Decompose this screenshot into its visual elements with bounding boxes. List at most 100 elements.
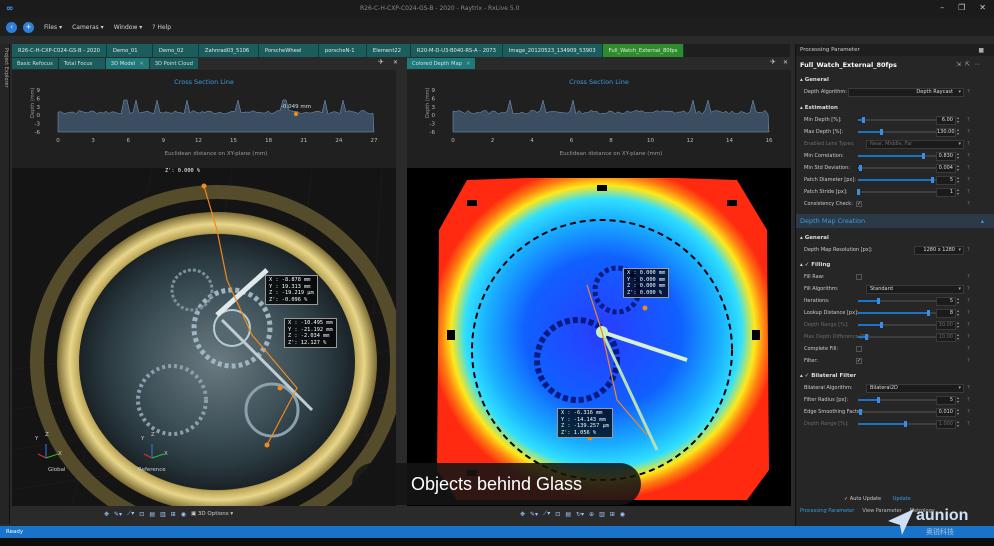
pen-icon[interactable]: ✎▾ bbox=[530, 511, 538, 518]
section-estimation[interactable]: ▴ Estimation bbox=[796, 102, 994, 114]
param-checkbox[interactable]: ✓ bbox=[856, 201, 862, 207]
project-tab[interactable]: porscheN-1 bbox=[318, 44, 367, 57]
slider-handle[interactable] bbox=[931, 177, 935, 183]
help-icon[interactable]: ? bbox=[967, 247, 970, 253]
move-icon[interactable]: ✥ bbox=[520, 511, 525, 518]
slider-handle[interactable] bbox=[864, 334, 868, 340]
help-icon[interactable]: ? bbox=[967, 421, 970, 427]
project-tab[interactable]: Zahnrad03_5106 bbox=[198, 44, 259, 57]
project-tab[interactable]: R26-C-H-CXP-C024-GS-B - 2020 bbox=[12, 44, 107, 57]
slider-handle[interactable] bbox=[876, 397, 880, 403]
param-value-input[interactable]: 0.010 bbox=[936, 407, 956, 417]
help-icon[interactable]: ? bbox=[967, 298, 970, 304]
param-select[interactable]: Standard ▾ bbox=[866, 284, 964, 294]
slider-handle[interactable] bbox=[876, 298, 880, 304]
slider-handle[interactable] bbox=[921, 153, 925, 159]
spinner-icon[interactable]: ▴ ▾ bbox=[957, 152, 959, 160]
tab-3d-model[interactable]: 3D Model ✕ bbox=[105, 58, 149, 69]
param-value-input[interactable]: 130.00 bbox=[936, 127, 956, 137]
section-depth-map-creation[interactable]: Depth Map Creation ▴ bbox=[796, 214, 994, 228]
left-close-icon[interactable]: ✕ bbox=[393, 59, 398, 66]
project-tab[interactable]: Element22 bbox=[366, 44, 411, 57]
help-icon[interactable]: ? bbox=[967, 310, 970, 316]
tab-colored-depth-map[interactable]: Colored Depth Map ✕ bbox=[407, 58, 476, 69]
param-slider[interactable] bbox=[858, 322, 936, 328]
spinner-icon[interactable]: ▴ ▾ bbox=[957, 396, 959, 404]
help-icon[interactable]: ? bbox=[967, 385, 970, 391]
slider-handle[interactable] bbox=[861, 117, 865, 123]
3d-options-button[interactable]: ▣ 3D Options ▾ bbox=[191, 511, 233, 517]
update-button[interactable]: Update bbox=[893, 496, 911, 502]
slider-handle[interactable] bbox=[857, 189, 860, 195]
help-icon[interactable]: ? bbox=[967, 177, 970, 183]
tab-processing-parameter[interactable]: Processing Parameter bbox=[796, 508, 858, 518]
close-tab-icon[interactable]: ✕ bbox=[466, 61, 470, 67]
slider-handle[interactable] bbox=[880, 129, 884, 135]
section-bilateral-filter[interactable]: ▴ ✓ Bilateral Filter bbox=[796, 370, 994, 382]
spinner-icon[interactable]: ▴ ▾ bbox=[957, 408, 959, 416]
param-slider[interactable] bbox=[858, 397, 936, 403]
param-value-input[interactable]: 5 bbox=[936, 175, 956, 185]
spinner-icon[interactable]: ▴ ▾ bbox=[957, 297, 959, 305]
project-tab[interactable]: R20-M-D-U3-B040-RS-A - 2073 bbox=[410, 44, 503, 57]
section-filling[interactable]: ▴ ✓ Filling bbox=[796, 259, 994, 271]
menu-files[interactable]: Files ▾ bbox=[44, 24, 62, 31]
project-tab-active[interactable]: Full_Watch_External_80fps bbox=[602, 44, 685, 57]
help-icon[interactable]: ? bbox=[967, 274, 970, 280]
tab-total-focus[interactable]: Total Focus bbox=[58, 58, 105, 69]
line-icon[interactable]: ⟋▾ bbox=[543, 510, 550, 518]
slider-handle[interactable] bbox=[858, 165, 862, 171]
tab-3d-point-cloud[interactable]: 3D Point Cloud bbox=[149, 58, 198, 69]
section-general-2[interactable]: ▴ General bbox=[796, 232, 994, 244]
menu-cameras[interactable]: Cameras ▾ bbox=[72, 24, 104, 31]
pen-icon[interactable]: ✎▾ bbox=[114, 511, 122, 518]
camera-icon[interactable]: ◉ bbox=[181, 511, 186, 518]
help-icon[interactable]: ? bbox=[967, 201, 970, 207]
spinner-icon[interactable]: ▴ ▾ bbox=[957, 188, 959, 196]
param-value-input[interactable]: 30.00 bbox=[936, 320, 956, 330]
help-icon[interactable]: ? bbox=[967, 409, 970, 415]
grid-icon[interactable]: ⊞ bbox=[171, 511, 176, 518]
param-slider[interactable] bbox=[858, 177, 936, 183]
param-value-input[interactable]: 6.00 bbox=[936, 115, 956, 125]
crop-icon[interactable]: ⊡ bbox=[139, 511, 144, 518]
param-checkbox[interactable] bbox=[856, 274, 862, 280]
help-icon[interactable]: ? bbox=[967, 346, 970, 352]
export-icon[interactable]: ⇲ bbox=[956, 61, 965, 68]
project-tab[interactable]: Demo_01 bbox=[106, 44, 153, 57]
rotate-icon[interactable]: ↻▾ bbox=[576, 511, 584, 518]
help-icon[interactable]: ? bbox=[967, 322, 970, 328]
param-select[interactable]: Near, Middle, Far ▾ bbox=[866, 139, 964, 149]
right-depth-viewport[interactable]: X : 0.000 mm Y : 0.000 mm Z : 0.000 mm Z… bbox=[407, 70, 791, 506]
help-icon[interactable]: ? bbox=[967, 129, 970, 135]
move-icon[interactable]: ✥ bbox=[104, 511, 109, 518]
spinner-icon[interactable]: ▴ ▾ bbox=[957, 164, 959, 172]
bilateral-algorithm-select[interactable]: Bilateral2D ▾ bbox=[866, 383, 964, 393]
param-slider[interactable] bbox=[858, 117, 936, 123]
param-checkbox[interactable] bbox=[856, 346, 862, 352]
auto-update-checkbox[interactable]: ✓ bbox=[844, 496, 848, 502]
histogram-icon[interactable]: ▥ bbox=[599, 511, 605, 518]
param-slider[interactable] bbox=[858, 310, 936, 316]
menu-help[interactable]: ? Help bbox=[152, 24, 171, 31]
left-3d-viewport[interactable]: Y Z X Y Z X Global Reference Z : 0.000 m… bbox=[12, 70, 396, 506]
spinner-icon[interactable]: ▴ ▾ bbox=[957, 116, 959, 124]
param-slider[interactable] bbox=[858, 298, 936, 304]
help-icon[interactable]: ? bbox=[967, 153, 970, 159]
param-slider[interactable] bbox=[858, 153, 936, 159]
param-value-input[interactable]: 8 bbox=[936, 308, 956, 318]
histogram-icon[interactable]: ▥ bbox=[160, 511, 166, 518]
help-icon[interactable]: ? bbox=[967, 141, 970, 147]
slider-handle[interactable] bbox=[858, 409, 862, 415]
project-tab[interactable]: PorscheWheel bbox=[258, 44, 319, 57]
param-slider[interactable] bbox=[858, 334, 936, 340]
param-slider[interactable] bbox=[857, 189, 936, 195]
tab-basic-refocus[interactable]: Basic Refocus bbox=[12, 58, 58, 69]
menu-window[interactable]: Window ▾ bbox=[114, 24, 143, 31]
zoom-icon[interactable]: ⊕ bbox=[589, 511, 594, 518]
image-icon[interactable]: ▤ bbox=[149, 511, 155, 518]
help-icon[interactable]: ? bbox=[967, 397, 970, 403]
right-close-icon[interactable]: ✕ bbox=[783, 59, 788, 66]
param-value-input[interactable]: 0.004 bbox=[936, 163, 956, 173]
param-value-input[interactable]: 1.000 bbox=[936, 419, 956, 429]
